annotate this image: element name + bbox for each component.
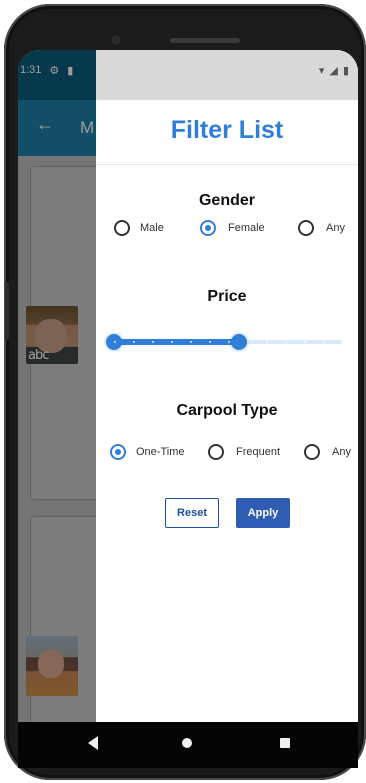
- wifi-icon: ▾: [318, 65, 326, 77]
- carpool-radio-group: One-Time Frequent Any: [110, 444, 358, 466]
- nav-back-icon[interactable]: [88, 736, 98, 750]
- front-camera: [108, 32, 124, 48]
- carpool-option-frequent: Frequent: [236, 446, 281, 458]
- carpool-radio-one-time[interactable]: [110, 444, 126, 460]
- gender-radio-any[interactable]: [298, 220, 314, 236]
- side-button: [5, 282, 9, 340]
- carpool-option-any: Any: [332, 446, 351, 458]
- price-slider-tick: [266, 341, 268, 343]
- carpool-radio-frequent[interactable]: [208, 444, 224, 460]
- gender-option-male: Male: [140, 222, 164, 234]
- gender-label: Gender: [198, 192, 255, 209]
- status-icons: ▾ ◢ ▮: [319, 64, 350, 77]
- gender-option-any: Any: [326, 222, 345, 234]
- price-range-slider[interactable]: [106, 328, 344, 356]
- price-slider-tick: [285, 341, 287, 343]
- price-slider-tick: [133, 341, 135, 343]
- nav-home-icon[interactable]: [182, 738, 192, 748]
- carpool-type-label: Carpool Type: [176, 402, 278, 419]
- device-screen: 1:31 ⚙ ▮ ← M abc ▾ ◢ ▮ Filter List Gende…: [18, 50, 358, 722]
- battery-icon: ▮: [342, 65, 350, 77]
- price-slider-tick: [323, 341, 325, 343]
- signal-icon: ◢: [329, 65, 339, 77]
- price-slider-tick: [228, 341, 230, 343]
- price-slider-tick: [304, 341, 306, 343]
- title-divider: [96, 164, 358, 165]
- apply-button[interactable]: Apply: [236, 498, 290, 528]
- filter-drawer: ▾ ◢ ▮ Filter List Gender Male Female Any…: [96, 50, 358, 722]
- gender-radio-male[interactable]: [114, 220, 130, 236]
- price-max-thumb[interactable]: [231, 334, 248, 350]
- price-label: Price: [207, 288, 247, 305]
- price-slider-tick: [342, 341, 344, 343]
- price-slider-tick: [114, 341, 116, 343]
- filter-list-title: Filter List: [170, 116, 284, 144]
- nav-recents-icon[interactable]: [280, 738, 290, 748]
- gender-radio-group: Male Female Any: [114, 220, 358, 242]
- reset-button[interactable]: Reset: [165, 498, 219, 528]
- android-nav-bar: [18, 722, 358, 768]
- carpool-radio-any[interactable]: [304, 444, 320, 460]
- price-slider-tick: [152, 341, 154, 343]
- gender-option-female: Female: [228, 222, 265, 234]
- gender-radio-female[interactable]: [200, 220, 216, 236]
- drawer-status-area: ▾ ◢ ▮: [96, 50, 358, 100]
- price-slider-tick: [247, 341, 249, 343]
- earpiece-speaker: [170, 38, 240, 43]
- price-slider-tick: [190, 341, 192, 343]
- price-slider-tick: [209, 341, 211, 343]
- price-slider-tick: [171, 341, 173, 343]
- carpool-option-one-time: One-Time: [136, 446, 185, 458]
